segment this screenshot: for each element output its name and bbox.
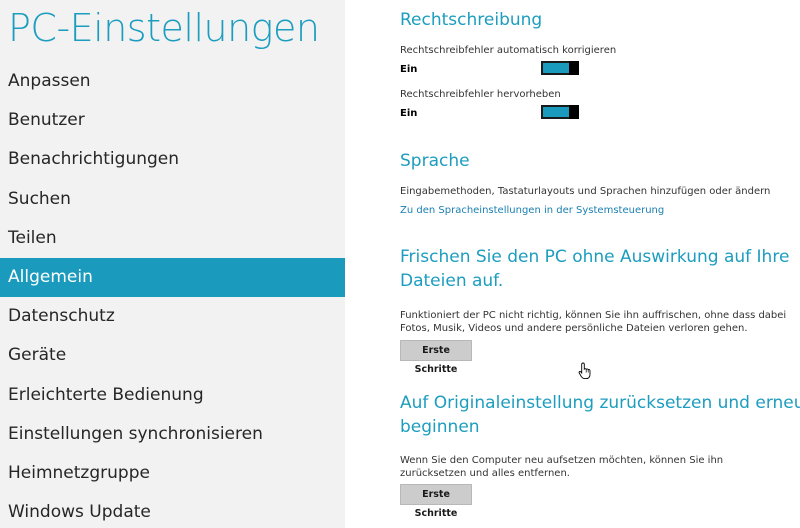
nav-item-suchen[interactable]: Suchen (0, 180, 345, 219)
nav-item-anpassen[interactable]: Anpassen (0, 62, 345, 101)
toggle-thumb (569, 61, 579, 75)
sidebar: PC-Einstellungen Anpassen Benutzer Benac… (0, 0, 345, 528)
refresh-start-button[interactable]: Erste Schritte (400, 340, 472, 375)
language-heading: Sprache (400, 151, 470, 171)
nav-item-allgemein[interactable]: Allgemein (0, 257, 345, 298)
highlight-toggle[interactable] (541, 105, 579, 119)
reset-heading-line2: beginnen (400, 417, 480, 437)
refresh-heading-line2: Dateien auf. (400, 271, 504, 291)
autocorrect-label: Rechtschreibfehler automatisch korrigier… (400, 45, 617, 56)
reset-start-button[interactable]: Erste Schritte (400, 484, 472, 519)
language-description: Eingabemethoden, Tastaturlayouts und Spr… (400, 186, 771, 197)
reset-heading-line1: Auf Originaleinstellung zurücksetzen und… (400, 393, 800, 413)
nav-item-teilen[interactable]: Teilen (0, 219, 345, 258)
hand-pointer-icon (578, 362, 591, 380)
nav-item-windows-update[interactable]: Windows Update (0, 493, 345, 528)
nav-item-geraete[interactable]: Geräte (0, 336, 345, 375)
spelling-heading: Rechtschreibung (400, 10, 543, 30)
nav-list: Anpassen Benutzer Benachrichtigungen Suc… (0, 62, 345, 528)
nav-item-einstellungen-synchronisieren[interactable]: Einstellungen synchronisieren (0, 415, 345, 454)
autocorrect-toggle[interactable] (541, 61, 579, 75)
autocorrect-value: Ein (400, 64, 418, 75)
nav-item-benutzer[interactable]: Benutzer (0, 101, 345, 140)
nav-item-benachrichtigungen[interactable]: Benachrichtigungen (0, 140, 345, 179)
language-settings-link[interactable]: Zu den Spracheinstellungen in der System… (400, 205, 664, 216)
reset-description: Wenn Sie den Computer neu aufsetzen möch… (400, 455, 724, 479)
page-title: PC-Einstellungen (8, 6, 320, 50)
toggle-thumb (569, 105, 579, 119)
highlight-label: Rechtschreibfehler hervorheben (400, 89, 561, 100)
nav-item-datenschutz[interactable]: Datenschutz (0, 297, 345, 336)
nav-item-erleichterte-bedienung[interactable]: Erleichterte Bedienung (0, 376, 345, 415)
nav-item-heimnetzgruppe[interactable]: Heimnetzgruppe (0, 454, 345, 493)
refresh-heading-line1: Frischen Sie den PC ohne Auswirkung auf … (400, 247, 790, 267)
refresh-description: Funktioniert der PC nicht richtig, könne… (400, 310, 787, 334)
highlight-value: Ein (400, 108, 418, 119)
